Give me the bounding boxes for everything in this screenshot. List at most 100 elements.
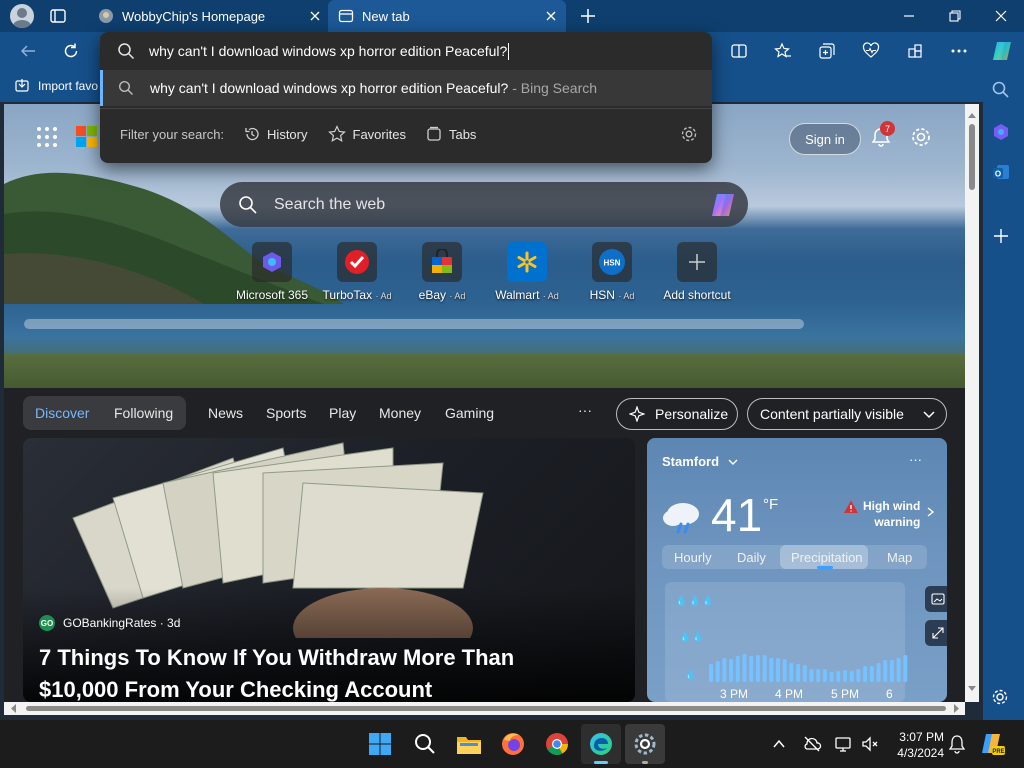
extensions-button[interactable]: [899, 35, 931, 67]
sidebar-add-button[interactable]: [993, 228, 1009, 244]
scroll-up-arrow-icon[interactable]: [965, 110, 979, 120]
refresh-button[interactable]: [55, 35, 87, 67]
collections-button[interactable]: [811, 35, 843, 67]
copilot-pre-icon: PRE: [982, 734, 1005, 755]
svg-text:O: O: [995, 170, 1001, 179]
chrome-button[interactable]: [537, 724, 577, 764]
vertical-scrollbar[interactable]: [965, 104, 979, 702]
weather-tab-daily[interactable]: Daily: [737, 550, 766, 565]
tab-new-tab[interactable]: New tab: [328, 0, 566, 32]
precipitation-bar: [843, 670, 847, 682]
sidebar-copilot-button[interactable]: [991, 122, 1011, 142]
notification-center-button[interactable]: [948, 734, 966, 754]
close-tab-icon[interactable]: [308, 9, 322, 23]
cloud-sync-status[interactable]: [802, 734, 822, 754]
tab-sports[interactable]: Sports: [266, 405, 306, 421]
microsoft-logo[interactable]: [76, 126, 98, 148]
article-card[interactable]: GO GOBankingRates · 3d 7 Things To Know …: [23, 438, 635, 702]
sidebar-search-button[interactable]: [991, 80, 1011, 100]
taskbar-search-button[interactable]: [405, 724, 445, 764]
import-favorites-link[interactable]: Import favo: [14, 78, 98, 94]
favorites-button[interactable]: [767, 35, 799, 67]
new-tab-button[interactable]: [578, 6, 598, 26]
edge-button[interactable]: [581, 724, 621, 764]
scroll-down-arrow-icon[interactable]: [965, 684, 979, 694]
show-hidden-icons-button[interactable]: [771, 736, 787, 752]
copilot-taskbar-button[interactable]: PRE: [980, 731, 1006, 757]
back-button[interactable]: [12, 35, 44, 67]
close-window-button[interactable]: [978, 0, 1024, 32]
weather-tab-map[interactable]: Map: [887, 550, 912, 565]
close-tab-icon[interactable]: [544, 9, 558, 23]
notification-badge: 7: [880, 121, 895, 136]
horizontal-scroll-thumb[interactable]: [26, 706, 946, 711]
filter-tabs[interactable]: Tabs: [426, 126, 476, 142]
split-screen-button[interactable]: [723, 35, 755, 67]
copilot-icon[interactable]: [708, 190, 738, 220]
weather-location[interactable]: Stamford: [662, 454, 739, 469]
weather-alert[interactable]: High wind warning: [843, 498, 936, 530]
web-search-box[interactable]: Search the web: [220, 182, 748, 227]
bell-icon: [948, 735, 966, 754]
search-suggestion[interactable]: why can't I download windows xp horror e…: [100, 70, 712, 106]
weather-tab-precipitation[interactable]: Precipitation: [791, 550, 863, 565]
precipitation-bar: [802, 665, 807, 682]
copilot-button[interactable]: [986, 35, 1018, 67]
tab-money[interactable]: Money: [379, 405, 421, 421]
filter-favorites[interactable]: Favorites: [327, 125, 406, 143]
shortcut-label: Walmart: [495, 288, 540, 302]
more-tabs-button[interactable]: ···: [578, 402, 592, 418]
chevron-up-icon: [773, 739, 785, 748]
article-title[interactable]: 7 Things To Know If You Withdraw More Th…: [39, 642, 514, 702]
sidebar-settings-button[interactable]: [991, 688, 1009, 706]
address-input[interactable]: why can't I download windows xp horror e…: [149, 43, 507, 59]
tab-following[interactable]: Following: [114, 405, 173, 421]
sidebar-outlook-button[interactable]: O: [991, 162, 1011, 182]
tab-wobbychip[interactable]: WobbyChip's Homepage: [86, 0, 326, 32]
notifications-button[interactable]: 7: [870, 121, 895, 148]
tab-actions-button[interactable]: [48, 6, 68, 26]
profile-avatar[interactable]: [10, 4, 34, 28]
minimize-button[interactable]: [886, 0, 932, 32]
scroll-right-arrow-icon[interactable]: [952, 702, 962, 715]
vertical-scroll-thumb[interactable]: [969, 124, 975, 190]
svg-text:PRE: PRE: [992, 749, 1004, 755]
settings-app-button[interactable]: [625, 724, 665, 764]
clock[interactable]: 3:07 PM 4/3/2024: [884, 729, 944, 761]
page-settings-button[interactable]: [910, 126, 932, 148]
settings-more-button[interactable]: [943, 35, 975, 67]
weather-image-button[interactable]: [925, 586, 947, 612]
weather-card[interactable]: Stamford ··· 41 °F High wind warning Hou…: [647, 438, 947, 702]
network-status[interactable]: [834, 734, 854, 754]
filter-history[interactable]: History: [244, 126, 308, 142]
add-shortcut-button[interactable]: Add shortcut: [654, 242, 740, 302]
shortcut-walmart[interactable]: Walmart · Ad: [484, 242, 570, 302]
scroll-left-arrow-icon[interactable]: [8, 702, 18, 715]
apps-launcher-button[interactable]: [36, 126, 58, 148]
weather-more-button[interactable]: ···: [909, 452, 922, 467]
shortcut-turbotax[interactable]: TurboTax · Ad: [314, 242, 400, 302]
article-source[interactable]: GO GOBankingRates · 3d: [39, 615, 180, 631]
weather-expand-button[interactable]: [925, 620, 947, 646]
address-bar[interactable]: why can't I download windows xp horror e…: [100, 32, 712, 70]
tab-gaming[interactable]: Gaming: [445, 405, 494, 421]
tab-play[interactable]: Play: [329, 405, 356, 421]
gear-icon[interactable]: [680, 125, 698, 143]
sign-in-button[interactable]: Sign in: [789, 123, 861, 155]
precipitation-bar: [715, 661, 720, 682]
weather-tab-hourly[interactable]: Hourly: [674, 550, 712, 565]
horizontal-scrollbar[interactable]: [4, 702, 965, 715]
restore-button[interactable]: [932, 0, 978, 32]
firefox-button[interactable]: [493, 724, 533, 764]
shortcut-microsoft-365[interactable]: Microsoft 365: [229, 242, 315, 302]
volume-status[interactable]: [860, 734, 880, 754]
shortcut-hsn[interactable]: HSN HSN · Ad: [569, 242, 655, 302]
start-button[interactable]: [360, 724, 400, 764]
shortcut-ebay[interactable]: eBay · Ad: [399, 242, 485, 302]
personalize-button[interactable]: Personalize: [616, 398, 738, 430]
content-visibility-dropdown[interactable]: Content partially visible: [747, 398, 947, 430]
file-explorer-button[interactable]: [449, 724, 489, 764]
browser-essentials-button[interactable]: [855, 35, 887, 67]
tab-discover[interactable]: Discover: [35, 405, 89, 421]
tab-news[interactable]: News: [208, 405, 243, 421]
